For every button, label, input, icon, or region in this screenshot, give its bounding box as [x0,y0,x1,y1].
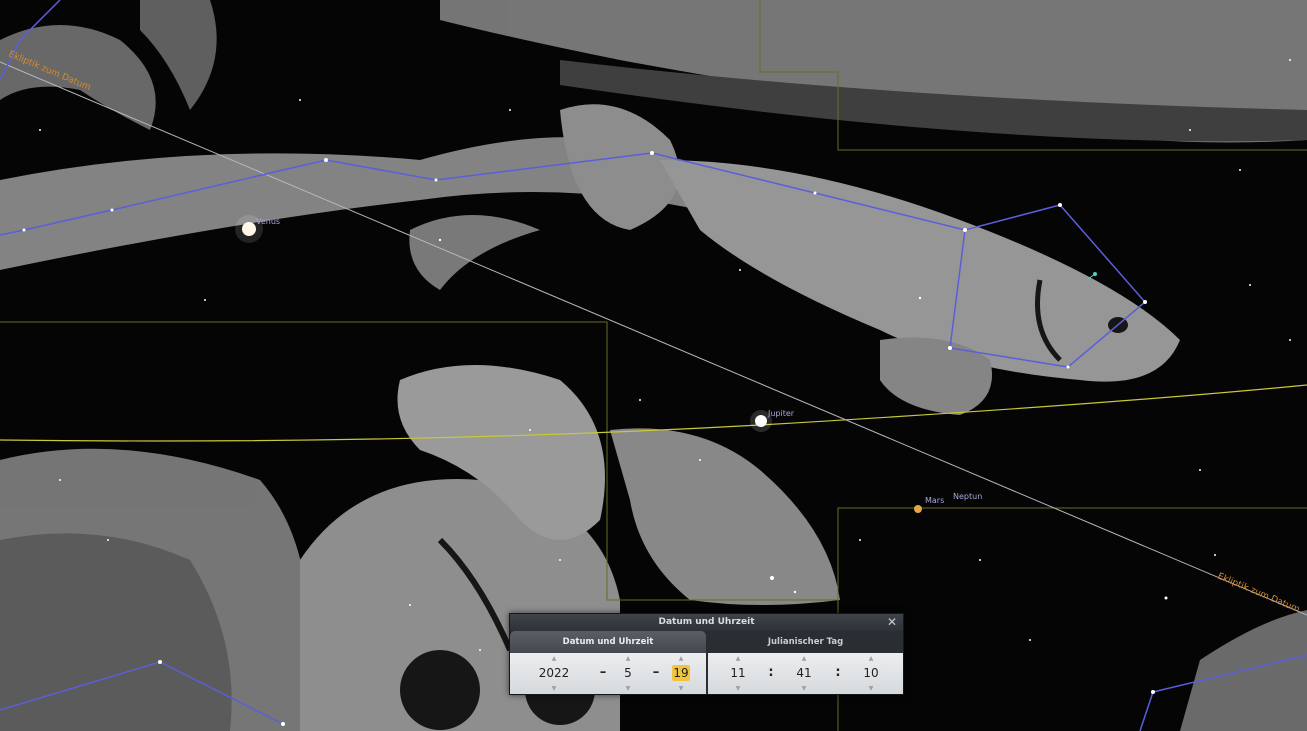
day-spinbox[interactable]: ▲ 19 ▼ [672,653,690,694]
hour-down-arrow-icon[interactable]: ▼ [724,685,752,693]
hour-up-arrow-icon[interactable]: ▲ [724,655,752,663]
year-up-arrow-icon[interactable]: ▲ [532,655,576,663]
hour-value[interactable]: 11 [724,665,752,681]
close-icon[interactable]: ✕ [885,614,899,631]
month-spinbox[interactable]: ▲ 5 ▼ [616,653,640,694]
jupiter-label: Jupiter [767,409,795,418]
hour-spinbox[interactable]: ▲ 11 ▼ [724,653,752,694]
second-down-arrow-icon[interactable]: ▼ [857,685,885,693]
dialog-titlebar[interactable]: Datum und Uhrzeit [510,614,903,631]
mars-label: Mars [925,496,944,505]
venus-label: Venus [256,217,280,226]
second-spinbox[interactable]: ▲ 10 ▼ [857,653,885,694]
tab-julian-day[interactable]: Julianischer Tag [708,631,903,653]
year-spinbox[interactable]: ▲ 2022 ▼ [532,653,576,694]
minute-value[interactable]: 41 [790,665,818,681]
day-down-arrow-icon[interactable]: ▼ [672,685,690,693]
neptune[interactable]: Neptun [953,492,982,501]
minute-down-arrow-icon[interactable]: ▼ [790,685,818,693]
tab-date-time[interactable]: Datum und Uhrzeit [510,631,706,653]
month-down-arrow-icon[interactable]: ▼ [616,685,640,693]
month-up-arrow-icon[interactable]: ▲ [616,655,640,663]
date-separator: – [652,665,660,680]
date-time-dialog: Datum und Uhrzeit ✕ Datum und Uhrzeit Ju… [509,613,904,695]
day-value[interactable]: 19 [672,665,690,681]
day-up-arrow-icon[interactable]: ▲ [672,655,690,663]
month-value[interactable]: 5 [616,665,640,681]
second-up-arrow-icon[interactable]: ▲ [857,655,885,663]
year-down-arrow-icon[interactable]: ▼ [532,685,576,693]
dialog-title: Datum und Uhrzeit [658,617,755,627]
minute-spinbox[interactable]: ▲ 41 ▼ [790,653,818,694]
minute-up-arrow-icon[interactable]: ▲ [790,655,818,663]
time-separator: : [835,665,841,680]
neptune-label: Neptun [953,492,982,501]
date-separator: – [599,665,607,680]
dialog-tabs: Datum und Uhrzeit Julianischer Tag [510,631,903,653]
second-value[interactable]: 10 [857,665,885,681]
time-separator: : [768,665,774,680]
year-value[interactable]: 2022 [532,665,576,681]
tab-divider [706,653,708,694]
